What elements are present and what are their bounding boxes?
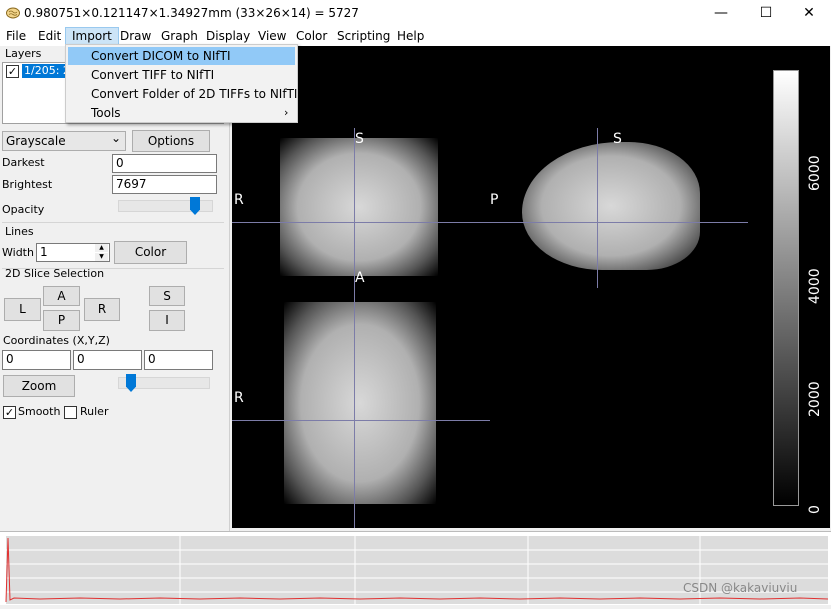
brightest-input[interactable]: 7697: [112, 175, 217, 194]
layers-title: Layers: [5, 47, 42, 60]
menu-help[interactable]: Help: [391, 27, 430, 46]
close-button[interactable]: ✕: [787, 0, 831, 27]
slice-left-button[interactable]: L: [4, 298, 41, 321]
coronal-label-right: R: [234, 192, 244, 208]
opacity-slider[interactable]: [118, 197, 213, 215]
crosshair-vertical: [354, 128, 355, 288]
slice-inferior-button[interactable]: I: [149, 310, 185, 331]
minimize-button[interactable]: —: [699, 0, 743, 27]
colormap-select[interactable]: Grayscale ⌄: [2, 131, 126, 151]
slice-posterior-button[interactable]: P: [43, 310, 80, 331]
colorbar-tick-label: 4000: [807, 268, 823, 304]
watermark: CSDN @kakaviuviu: [683, 581, 798, 595]
crosshair-horizontal: [232, 420, 490, 421]
zoom-button[interactable]: Zoom: [3, 375, 75, 397]
menu-edit[interactable]: Edit: [32, 27, 67, 46]
intensity-colorbar: [773, 70, 799, 506]
title-bar: 0.980751×0.121147×1.34927mm (33×26×14) =…: [0, 0, 831, 27]
slice-anterior-button[interactable]: A: [43, 286, 80, 306]
coronal-label-superior: S: [355, 131, 364, 147]
colorbar-tick-label: 2000: [807, 381, 823, 417]
options-button[interactable]: Options: [132, 130, 210, 152]
menu-file[interactable]: File: [0, 27, 32, 46]
coordinates-label: Coordinates (X,Y,Z): [3, 334, 110, 347]
coord-x-input[interactable]: 0: [2, 350, 71, 370]
colorbar-tick-label: 0: [807, 505, 823, 514]
slice-selection-title: 2D Slice Selection: [5, 267, 105, 280]
sagittal-slice-image: [522, 142, 700, 270]
ruler-label: Ruler: [80, 405, 109, 418]
menu-scripting[interactable]: Scripting: [331, 27, 396, 46]
crosshair-vertical: [354, 286, 355, 528]
sagittal-label-posterior: P: [490, 192, 499, 208]
window-title: 0.980751×0.121147×1.34927mm (33×26×14) =…: [24, 6, 359, 20]
lines-title: Lines: [5, 225, 34, 238]
stepper-down-button[interactable]: ▼: [95, 253, 108, 261]
brain-app-icon: [6, 7, 20, 19]
darkest-input[interactable]: 0: [112, 154, 217, 173]
coord-y-input[interactable]: 0: [73, 350, 142, 370]
slice-superior-button[interactable]: S: [149, 286, 185, 306]
import-dropdown-menu: Convert DICOM to NIfTI Convert TIFF to N…: [65, 44, 298, 123]
crosshair-horizontal: [232, 222, 490, 223]
menu-convert-tiff[interactable]: Convert TIFF to NIfTI: [68, 66, 295, 84]
axial-label-right: R: [234, 390, 244, 406]
coord-z-input[interactable]: 0: [144, 350, 213, 370]
axial-slice-image: [284, 302, 436, 504]
coronal-slice-image: [280, 138, 438, 276]
divider: [2, 222, 224, 223]
crosshair-vertical: [597, 128, 598, 288]
menu-convert-dicom[interactable]: Convert DICOM to NIfTI: [68, 47, 295, 65]
darkest-label: Darkest: [2, 156, 45, 169]
zoom-slider[interactable]: [118, 374, 210, 392]
smooth-label: Smooth: [18, 405, 61, 418]
line-color-button[interactable]: Color: [114, 241, 187, 264]
sagittal-label-superior: S: [613, 131, 622, 147]
menu-tools[interactable]: Tools: [68, 104, 295, 122]
brightest-label: Brightest: [2, 178, 53, 191]
ruler-checkbox[interactable]: [64, 406, 77, 419]
colorbar-tick-label: 6000: [807, 155, 823, 191]
crosshair-horizontal: [490, 222, 748, 223]
width-value: 1: [40, 245, 48, 259]
submenu-arrow-icon: ›: [284, 106, 289, 119]
image-viewer[interactable]: S R S P A R 6000 4000 2000 0: [232, 46, 830, 528]
stepper-up-button[interactable]: ▲: [95, 244, 108, 252]
chevron-down-icon: ⌄: [110, 131, 121, 145]
width-label: Width: [2, 246, 34, 259]
menu-convert-tiff-folder[interactable]: Convert Folder of 2D TIFFs to NIfTI: [68, 85, 297, 103]
smooth-checkbox[interactable]: ✓: [3, 406, 16, 419]
zoom-thumb[interactable]: [126, 374, 136, 392]
layer-visible-checkbox[interactable]: ✓: [6, 65, 19, 78]
slice-right-button[interactable]: R: [84, 298, 120, 321]
maximize-button[interactable]: ☐: [744, 0, 788, 27]
axial-label-anterior: A: [355, 270, 365, 286]
colormap-value: Grayscale: [6, 134, 66, 148]
opacity-thumb[interactable]: [190, 197, 200, 215]
opacity-label: Opacity: [2, 203, 45, 216]
